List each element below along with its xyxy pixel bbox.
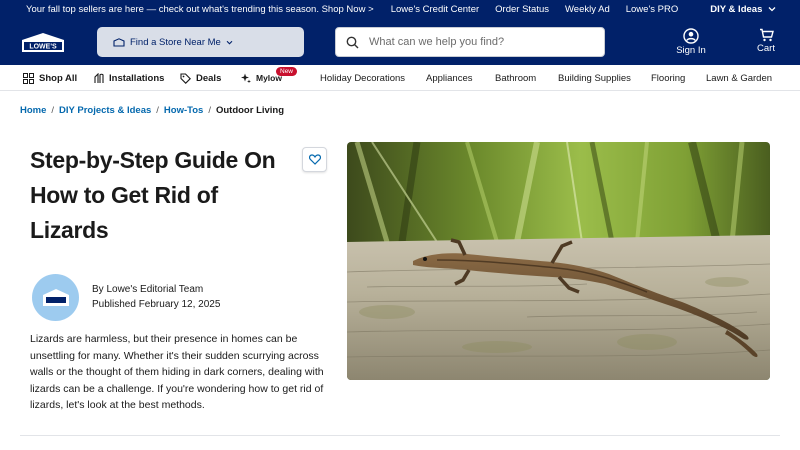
heart-icon [308,154,321,165]
deals-link[interactable]: Deals [180,73,221,84]
promo-link[interactable]: Your fall top sellers are here — check o… [26,4,374,15]
sparkle-icon [241,73,251,83]
sign-in-button[interactable]: Sign In [676,28,706,56]
cart-icon [759,28,774,42]
lizard-hero-image [347,142,770,380]
installations-link[interactable]: Installations [93,73,164,84]
author-name: By Lowe's Editorial Team [92,284,204,295]
breadcrumb-diy-projects[interactable]: DIY Projects & Ideas [59,105,151,116]
find-store-button[interactable]: Find a Store Near Me [97,27,304,57]
shop-all-button[interactable]: Shop All [23,73,77,84]
user-icon [683,28,699,44]
nav-lawn-garden[interactable]: Lawn & Garden [706,73,772,84]
order-status-link[interactable]: Order Status [495,4,549,15]
category-nav: Shop All Installations Deals Mylow New H… [0,65,800,91]
lowes-pro-link[interactable]: Lowe's PRO [626,4,679,15]
installations-label: Installations [109,73,165,84]
main-header: LOWE'S Find a Store Near Me Sign In Cart [0,20,800,65]
mylow-link[interactable]: Mylow [241,73,282,83]
save-favorite-button[interactable] [302,147,327,172]
chevron-down-icon [768,7,776,12]
nav-bathroom[interactable]: Bathroom [495,73,536,84]
diy-ideas-menu[interactable]: DIY & Ideas [694,4,776,15]
title-line: How to Get Rid of [30,182,218,208]
breadcrumb: Home / DIY Projects & Ideas / How-Tos / … [20,105,284,116]
store-icon [113,37,125,47]
author-info: By Lowe's Editorial Team Published Febru… [92,282,220,312]
cart-button[interactable]: Cart [754,28,778,54]
shop-all-label: Shop All [39,73,78,84]
tools-icon [94,73,104,83]
chevron-down-icon [226,40,233,45]
grid-icon [23,73,34,84]
article-intro: Lizards are harmless, but their presence… [30,333,324,411]
nav-appliances[interactable]: Appliances [426,73,472,84]
search-icon[interactable] [346,36,359,49]
title-line: Step-by-Step Guide On [30,147,276,173]
tag-icon [180,73,191,84]
nav-flooring[interactable]: Flooring [651,73,685,84]
diy-ideas-label: DIY & Ideas [710,4,763,15]
nav-building-supplies[interactable]: Building Supplies [558,73,631,84]
publish-date: Published February 12, 2025 [92,299,221,310]
search-bar [335,27,605,57]
breadcrumb-how-tos[interactable]: How-Tos [164,105,203,116]
find-store-label: Find a Store Near Me [130,36,221,48]
deals-label: Deals [196,73,222,84]
title-line: Lizards [30,217,109,243]
search-input[interactable] [369,36,589,48]
weekly-ad-link[interactable]: Weekly Ad [565,4,610,15]
breadcrumb-separator: / [156,105,159,116]
new-badge: New [276,67,298,76]
nav-holiday-decorations[interactable]: Holiday Decorations [320,73,405,84]
breadcrumb-current: Outdoor Living [215,105,285,116]
breadcrumb-separator: / [208,105,211,116]
article-title: Step-by-Step Guide On How to Get Rid of … [30,143,300,248]
promo-bar: Your fall top sellers are here — check o… [0,0,800,20]
credit-center-link[interactable]: Lowe's Credit Center [391,4,479,15]
breadcrumb-home[interactable]: Home [20,105,46,116]
cart-label: Cart [757,43,775,54]
section-divider [20,435,780,436]
breadcrumb-separator: / [51,105,55,116]
lowes-house-icon [42,288,69,306]
lowes-logo[interactable]: LOWE'S [20,32,66,52]
logo-text: LOWE'S [29,44,57,51]
author-avatar [32,274,79,321]
sign-in-label: Sign In [676,45,706,56]
utility-links: Lowe's Credit Center Order Status Weekly… [375,4,776,15]
